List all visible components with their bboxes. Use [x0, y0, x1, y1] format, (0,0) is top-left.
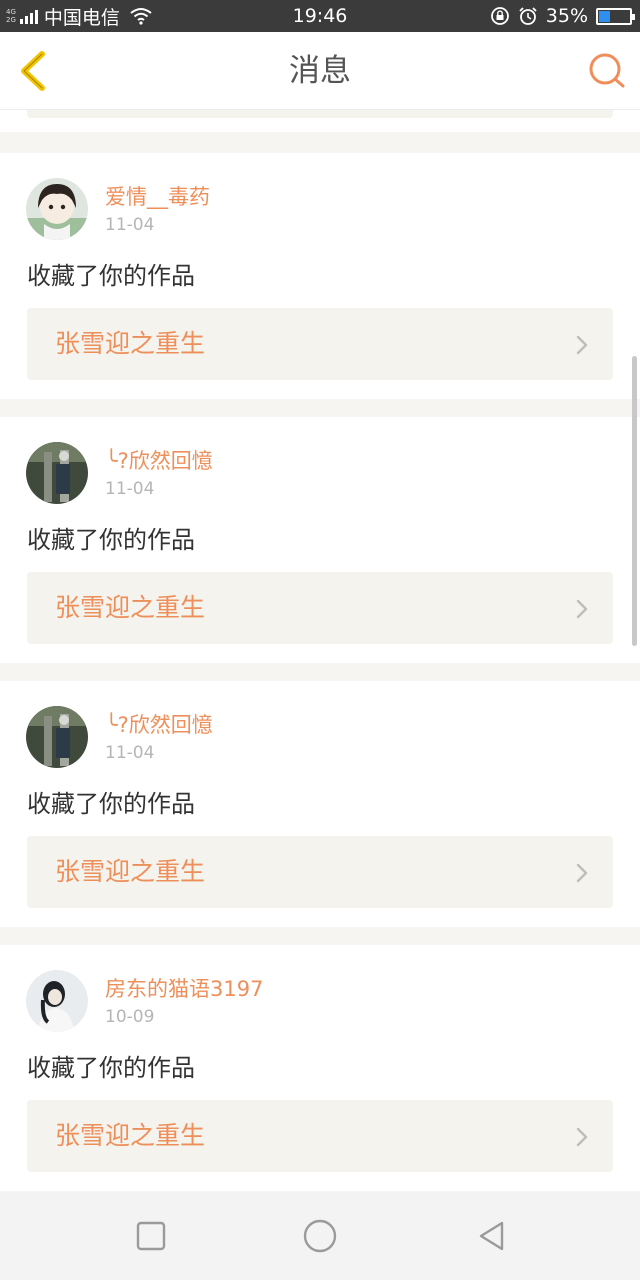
work-link[interactable]: 张雪迎之重生	[27, 1100, 613, 1172]
work-title: 张雪迎之重生	[55, 593, 206, 622]
battery-level-fill	[599, 10, 610, 22]
chevron-right-icon	[576, 599, 588, 619]
username[interactable]: 房东的猫语3197	[105, 973, 263, 1003]
triangle-back-icon	[479, 1221, 504, 1251]
avatar[interactable]	[26, 706, 88, 768]
work-title: 张雪迎之重生	[55, 1121, 206, 1150]
username[interactable]: 爱情__毒药	[105, 181, 210, 211]
message-list[interactable]: 爱情__毒药 11-04 收藏了你的作品 张雪迎之重生 ╰?欣然回憶 11-04…	[0, 110, 640, 1192]
work-link[interactable]: 张雪迎之重生	[27, 308, 613, 380]
notification-card: ╰?欣然回憶 11-04 收藏了你的作品 张雪迎之重生	[0, 417, 640, 663]
status-bar: 4G 2G 中国电信 19:46 35%	[0, 0, 640, 32]
battery-icon	[596, 7, 635, 25]
avatar[interactable]	[26, 970, 88, 1032]
chevron-right-icon	[576, 1127, 588, 1147]
avatar[interactable]	[26, 442, 88, 504]
notification-card: 爱情__毒药 11-04 收藏了你的作品 张雪迎之重生	[0, 153, 640, 399]
work-title: 张雪迎之重生	[55, 857, 206, 886]
home-button[interactable]	[302, 1218, 338, 1254]
status-right: 35%	[490, 0, 635, 32]
notification-card: 房东的猫语3197 10-09 收藏了你的作品 张雪迎之重生	[0, 945, 640, 1191]
previous-card-partial	[0, 110, 640, 132]
date: 11-04	[105, 743, 155, 763]
square-icon	[136, 1221, 166, 1251]
date: 11-04	[105, 215, 155, 235]
username[interactable]: ╰?欣然回憶	[105, 709, 213, 739]
page-title: 消息	[289, 53, 351, 89]
chevron-right-icon	[576, 863, 588, 883]
search-button[interactable]	[586, 50, 628, 92]
work-link[interactable]: 张雪迎之重生	[27, 836, 613, 908]
action-text: 收藏了你的作品	[27, 1054, 195, 1082]
recents-button[interactable]	[133, 1218, 169, 1254]
rotation-lock-icon	[490, 7, 509, 25]
date: 11-04	[105, 479, 155, 499]
action-text: 收藏了你的作品	[27, 526, 195, 554]
action-text: 收藏了你的作品	[27, 262, 195, 290]
system-nav-bar	[0, 1192, 640, 1280]
avatar[interactable]	[26, 178, 88, 240]
search-icon	[589, 53, 625, 88]
system-back-button[interactable]	[474, 1218, 510, 1254]
chevron-right-icon	[576, 335, 588, 355]
date: 10-09	[105, 1007, 155, 1027]
action-text: 收藏了你的作品	[27, 790, 195, 818]
previous-work-box	[27, 110, 613, 118]
work-link[interactable]: 张雪迎之重生	[27, 572, 613, 644]
app-header: 消息	[0, 32, 640, 110]
alarm-icon	[519, 7, 537, 25]
circle-icon	[303, 1219, 337, 1253]
battery-percent: 35%	[545, 5, 588, 27]
work-title: 张雪迎之重生	[55, 329, 206, 358]
notification-card: ╰?欣然回憶 11-04 收藏了你的作品 张雪迎之重生	[0, 681, 640, 927]
scrollbar[interactable]	[632, 356, 637, 646]
username[interactable]: ╰?欣然回憶	[105, 445, 213, 475]
